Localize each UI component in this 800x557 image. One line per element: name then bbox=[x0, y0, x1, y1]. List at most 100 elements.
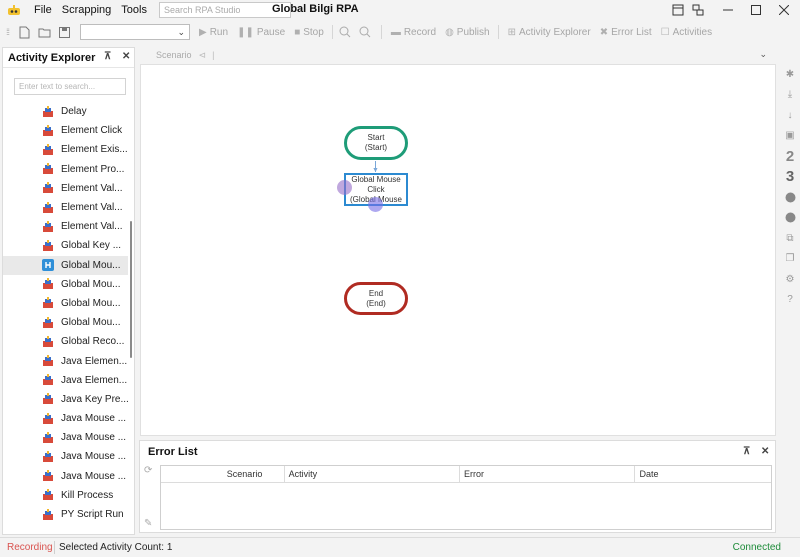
tab-scenario[interactable]: Scenario bbox=[156, 50, 192, 60]
activity-list-item[interactable]: Java Mouse ... bbox=[3, 428, 128, 447]
pause-button[interactable]: ❚❚ Pause bbox=[237, 27, 285, 38]
activity-list-scrollbar[interactable] bbox=[130, 221, 132, 358]
number-three-icon[interactable]: 3 bbox=[780, 167, 800, 188]
copy-icon[interactable]: ❐ bbox=[780, 249, 800, 270]
start-node[interactable]: Start (Start) bbox=[344, 126, 408, 160]
activity-list-item[interactable]: Element Pro... bbox=[3, 160, 128, 179]
output-port-marker[interactable] bbox=[368, 197, 383, 212]
activity-list-item[interactable]: Element Val... bbox=[3, 217, 128, 236]
scenario-tab-strip: Scenario ⊲ | ⌄ bbox=[139, 46, 775, 64]
column-scenario[interactable]: Scenario bbox=[223, 466, 285, 482]
recording-status: Recording bbox=[7, 542, 53, 553]
scenario-canvas[interactable]: Start (Start) ▼ Global Mouse Click (Glob… bbox=[140, 64, 776, 436]
start-node-subtitle: (Start) bbox=[364, 143, 388, 152]
activity-list-item[interactable]: Global Reco... bbox=[3, 332, 128, 351]
menu-tools[interactable]: Tools bbox=[117, 4, 153, 16]
activity-icon bbox=[42, 316, 54, 329]
activity-list-item-label: Java Mouse ... bbox=[61, 451, 127, 463]
step-over-icon[interactable]: ↓ bbox=[780, 105, 800, 126]
activities-icon: ☐ bbox=[660, 26, 670, 38]
global-mouse-icon bbox=[42, 259, 54, 272]
close-window-icon[interactable] bbox=[770, 0, 798, 20]
record-button[interactable]: ▬ Record bbox=[391, 27, 436, 38]
close-panel-icon[interactable]: ✕ bbox=[761, 446, 769, 457]
maximize-icon[interactable] bbox=[742, 0, 770, 20]
eraser-icon[interactable]: ✎ bbox=[144, 518, 152, 529]
activity-list-item[interactable]: Global Mou... bbox=[3, 313, 128, 332]
minimize-icon[interactable] bbox=[714, 0, 742, 20]
error-table-row-header bbox=[161, 466, 223, 482]
activity-list-item[interactable]: Element Click bbox=[3, 121, 128, 140]
activity-icon bbox=[42, 470, 54, 482]
activity-list-item[interactable]: Element Val... bbox=[3, 179, 128, 198]
activity-list-item[interactable]: Global Mou... bbox=[3, 294, 128, 313]
error-list-label: Error List bbox=[611, 26, 652, 38]
activity-list-item[interactable]: Global Mou... bbox=[3, 255, 128, 275]
error-list-header: Error List ⊼ ✕ bbox=[140, 441, 775, 463]
activity-list-item-label: Element Val... bbox=[61, 221, 123, 233]
menu-file[interactable]: File bbox=[30, 4, 58, 16]
pin-icon[interactable]: ⊼ bbox=[104, 51, 111, 62]
selected-activity-count: Selected Activity Count: 1 bbox=[59, 542, 173, 553]
toolbar-grip-icon[interactable]: ⁞⁞ bbox=[6, 27, 12, 37]
help-icon[interactable]: ? bbox=[780, 290, 800, 311]
activity-list-item-label: Global Mou... bbox=[61, 259, 121, 271]
save-icon[interactable] bbox=[56, 24, 72, 40]
activity-list-item[interactable]: Java Mouse ... bbox=[3, 409, 128, 428]
activity-list-item-label: Java Mouse ... bbox=[61, 413, 127, 425]
activity-explorer-button[interactable]: ⊞ Activity Explorer bbox=[508, 27, 591, 38]
run-button[interactable]: ▶ Run bbox=[199, 27, 228, 38]
activity-list-item[interactable]: Element Val... bbox=[3, 198, 128, 217]
tab-list-chevron-icon[interactable]: ⌄ bbox=[759, 49, 767, 60]
column-error[interactable]: Error bbox=[460, 466, 636, 482]
activity-list-item[interactable]: Java Mouse ... bbox=[3, 467, 128, 486]
activity-list-item-label: PY Script Run bbox=[61, 509, 124, 521]
activity-list-item[interactable]: Kill Process bbox=[3, 486, 128, 505]
circle-icon[interactable] bbox=[780, 208, 800, 229]
activity-list-item[interactable]: PY Script Run bbox=[3, 505, 128, 524]
settings-icon[interactable]: ⚙ bbox=[780, 269, 800, 290]
activity-filter-input[interactable] bbox=[14, 78, 126, 95]
zoom-out-icon[interactable] bbox=[357, 24, 373, 40]
number-two-icon[interactable]: 2 bbox=[780, 146, 800, 167]
scenario-dropdown[interactable]: ⌄ bbox=[80, 24, 190, 40]
close-panel-icon[interactable]: ✕ bbox=[122, 51, 130, 62]
bug-icon[interactable]: ✱ bbox=[780, 64, 800, 85]
end-node[interactable]: End (End) bbox=[344, 282, 408, 315]
activity-list-item[interactable]: Global Key ... bbox=[3, 236, 128, 255]
activity-list-item-label: Element Val... bbox=[61, 202, 123, 214]
tab-pin-icon[interactable]: ⊲ bbox=[199, 50, 207, 61]
screens-icon[interactable]: ⧉ bbox=[780, 228, 800, 249]
activity-list-item-label: Java Mouse ... bbox=[61, 432, 127, 444]
activity-list-item[interactable]: Element Exis... bbox=[3, 140, 128, 159]
error-list-icon: ✖ bbox=[599, 26, 609, 38]
camera-icon[interactable]: ▣ bbox=[780, 126, 800, 147]
column-date[interactable]: Date bbox=[635, 466, 771, 482]
new-file-icon[interactable] bbox=[16, 24, 32, 40]
stop-button[interactable]: ■ Stop bbox=[294, 27, 324, 38]
circle-icon[interactable] bbox=[780, 187, 800, 208]
activity-list-item[interactable]: Java Mouse ... bbox=[3, 447, 128, 466]
activity-list-item[interactable]: Java Elemen... bbox=[3, 371, 128, 390]
activity-list-item-label: Java Mouse ... bbox=[61, 470, 127, 482]
column-activity[interactable]: Activity bbox=[285, 466, 461, 482]
open-folder-icon[interactable] bbox=[36, 24, 52, 40]
window-layout-icon[interactable] bbox=[684, 0, 712, 20]
activity-list-item[interactable]: Delay bbox=[3, 102, 128, 121]
step-into-icon[interactable]: ⤓ bbox=[780, 85, 800, 106]
activity-list-item[interactable]: Java Elemen... bbox=[3, 351, 128, 370]
activity-list-item[interactable]: Java Key Pre... bbox=[3, 390, 128, 409]
activity-list-item-label: Global Mou... bbox=[61, 317, 121, 329]
zoom-in-icon[interactable] bbox=[337, 24, 353, 40]
pin-icon[interactable]: ⊼ bbox=[743, 446, 750, 457]
activity-list-item[interactable]: Global Mou... bbox=[3, 275, 128, 294]
error-list-button[interactable]: ✖ Error List bbox=[600, 27, 652, 38]
error-table-header: Scenario Activity Error Date bbox=[161, 466, 771, 483]
publish-button[interactable]: ◍ Publish bbox=[445, 27, 490, 38]
input-port-marker[interactable] bbox=[337, 180, 352, 195]
activities-button[interactable]: ☐ Activities bbox=[661, 27, 712, 38]
menu-scrapping[interactable]: Scrapping bbox=[58, 4, 118, 16]
play-icon: ▶ bbox=[199, 26, 207, 38]
right-tool-strip: ✱ ⤓ ↓ ▣ 2 3 ⧉ ❐ ⚙ ? bbox=[780, 64, 800, 310]
refresh-icon[interactable]: ⟳ bbox=[144, 465, 152, 476]
